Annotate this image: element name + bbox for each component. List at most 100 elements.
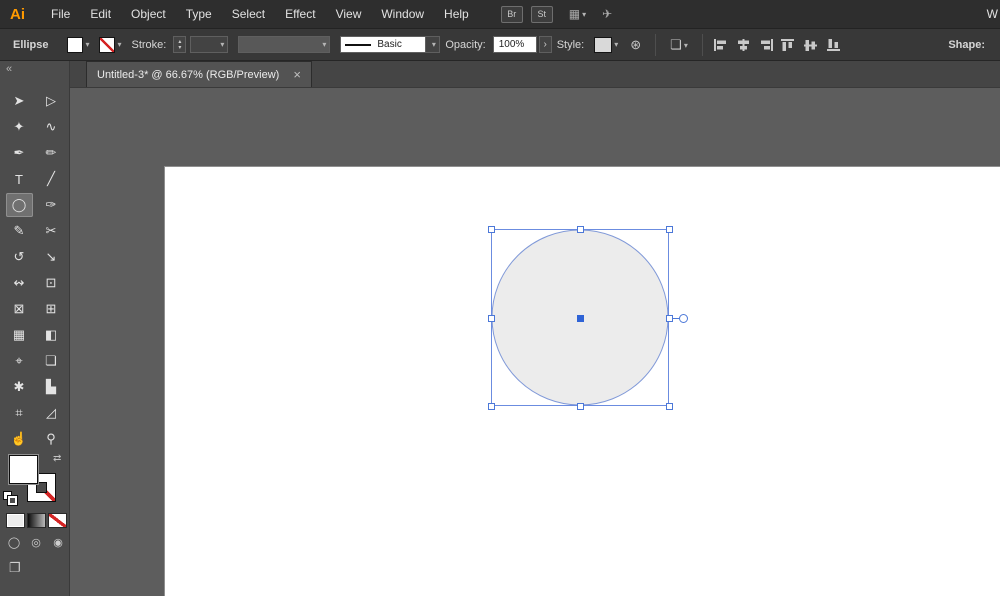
share-icon[interactable]: ✈ [602,7,612,21]
chevron-down-icon: ▾ [684,41,688,50]
align-center-horizontal-icon[interactable] [736,38,751,52]
app-logo-icon: Ai [10,6,25,23]
perspective-grid-tool[interactable]: ⊞ [38,297,65,321]
line-segment-tool[interactable]: ╱ [38,167,65,191]
illustrator-window: Ai FileEditObjectTypeSelectEffectViewWin… [0,0,1000,596]
pen-tool[interactable]: ✒ [6,141,33,165]
collapse-panel-icon[interactable]: « [6,63,12,75]
draw-behind-mode[interactable]: ◎ [27,534,45,550]
pencil-tool[interactable]: ✎ [6,219,33,243]
ellipse-tool[interactable]: ◯ [6,193,33,217]
artboard-tool[interactable]: ⌗ [6,401,33,425]
mesh-tool[interactable]: ▦ [6,323,33,347]
lasso-tool[interactable]: ∿ [38,115,65,139]
fill-color-control[interactable]: ▾ [67,37,89,53]
menu-window[interactable]: Window [371,7,434,21]
align-bottom-icon[interactable] [826,38,841,52]
workspace-partial-label[interactable]: W [987,7,998,21]
tools-panel: « ➤▷✦∿✒✏T╱◯✑✎✂↺↘↭⊡⊠⊞▦◧⌖❏✱▙⌗◿☝⚲ ⇄ ◯◎◉ ❐ [0,61,70,596]
direct-selection-tool[interactable]: ▷ [38,89,65,113]
paintbrush-tool[interactable]: ✑ [38,193,65,217]
fill-color-indicator[interactable] [9,455,38,484]
menubar: Ai FileEditObjectTypeSelectEffectViewWin… [0,0,1000,28]
arrange-documents-icon[interactable]: ▦▾ [569,7,586,21]
opacity-input[interactable]: 100% [493,36,537,53]
scale-tool[interactable]: ↘ [38,245,65,269]
symbol-sprayer-tool[interactable]: ✱ [6,375,33,399]
stock-button[interactable]: St [531,6,553,23]
recolor-artwork-icon[interactable]: ⊛ [630,37,641,53]
screen-mode-icon[interactable]: ❐ [9,560,21,576]
align-left-icon[interactable] [713,38,728,52]
color-button[interactable] [6,513,25,528]
brush-definition-dropdown[interactable]: Basic [340,36,426,53]
menu-file[interactable]: File [41,7,80,21]
drawing-modes: ◯◎◉ [5,534,67,550]
magic-wand-tool[interactable]: ✦ [6,115,33,139]
brush-definition-chevron[interactable]: ▾ [426,36,440,53]
stroke-label: Stroke: [132,39,167,51]
shape-label: Shape: [948,39,987,51]
arrange-documents-glyph: ▦ [569,7,580,21]
width-tool[interactable]: ↭ [6,271,33,295]
draw-inside-mode[interactable]: ◉ [49,534,67,550]
scissors-tool[interactable]: ✂ [38,219,65,243]
menu-items: FileEditObjectTypeSelectEffectViewWindow… [41,7,479,21]
opacity-panel-arrow[interactable]: › [539,36,552,53]
menu-help[interactable]: Help [434,7,479,21]
document-tab[interactable]: Untitled-3* @ 66.67% (RGB/Preview) × [86,61,312,87]
menu-object[interactable]: Object [121,7,176,21]
swap-fill-stroke-icon[interactable]: ⇄ [53,453,61,464]
gradient-tool[interactable]: ◧ [38,323,65,347]
menu-select[interactable]: Select [222,7,275,21]
document-tab-title: Untitled-3* @ 66.67% (RGB/Preview) [97,69,279,81]
horizontal-align-group [713,38,774,52]
gradient-button[interactable] [27,513,46,528]
hand-tool[interactable]: ☝ [6,427,33,451]
transform-panel-icon[interactable]: ❏▾ [670,37,688,53]
selection-tool[interactable]: ➤ [6,89,33,113]
tool-grid: ➤▷✦∿✒✏T╱◯✑✎✂↺↘↭⊡⊠⊞▦◧⌖❏✱▙⌗◿☝⚲ [3,88,67,452]
shape-builder-tool[interactable]: ⊠ [6,297,33,321]
draw-normal-mode[interactable]: ◯ [5,534,23,550]
divider [655,34,656,56]
slice-tool[interactable]: ◿ [38,401,65,425]
none-button[interactable] [48,513,67,528]
blend-tool[interactable]: ❏ [38,349,65,373]
chevron-down-icon: ▾ [432,40,436,49]
style-swatch-icon[interactable] [594,37,612,53]
eyedropper-tool[interactable]: ⌖ [6,349,33,373]
stroke-weight-stepper[interactable]: ▴ ▾ [173,36,186,53]
menu-edit[interactable]: Edit [80,7,121,21]
graphic-style-control[interactable]: ▾ [594,37,618,53]
menu-effect[interactable]: Effect [275,7,325,21]
align-center-vertical-icon[interactable] [803,38,818,52]
type-tool[interactable]: T [6,167,33,191]
color-mode-row [6,513,67,528]
stroke-color-control[interactable]: ▾ [99,37,121,53]
rotate-tool[interactable]: ↺ [6,245,33,269]
opacity-label: Opacity: [445,39,485,51]
artboard[interactable] [165,167,1000,596]
bridge-button[interactable]: Br [501,6,523,23]
chevron-down-icon[interactable]: ▾ [85,40,89,49]
stroke-none-swatch-icon[interactable] [99,37,115,53]
menu-view[interactable]: View [326,7,372,21]
align-right-icon[interactable] [759,38,774,52]
curvature-tool[interactable]: ✏ [38,141,65,165]
stroke-weight-dropdown[interactable]: ▾ [190,36,228,53]
zoom-tool[interactable]: ⚲ [38,427,65,451]
chevron-down-icon[interactable]: ▾ [117,40,121,49]
width-profile-dropdown[interactable]: ▾ [238,36,330,53]
free-transform-tool[interactable]: ⊡ [38,271,65,295]
fill-swatch-icon[interactable] [67,37,83,53]
column-graph-tool[interactable]: ▙ [38,375,65,399]
default-fill-stroke-icon[interactable] [3,491,19,507]
close-icon[interactable]: × [293,68,301,81]
control-bar: Ellipse ▾ ▾ Stroke: ▴ ▾ ▾ ▾ Basic ▾ Opac… [0,28,1000,61]
chevron-down-icon[interactable]: ▾ [614,40,618,49]
menu-type[interactable]: Type [176,7,222,21]
active-tool-label: Ellipse [13,39,48,51]
stepper-down-icon[interactable]: ▾ [178,45,181,51]
align-top-icon[interactable] [780,38,795,52]
